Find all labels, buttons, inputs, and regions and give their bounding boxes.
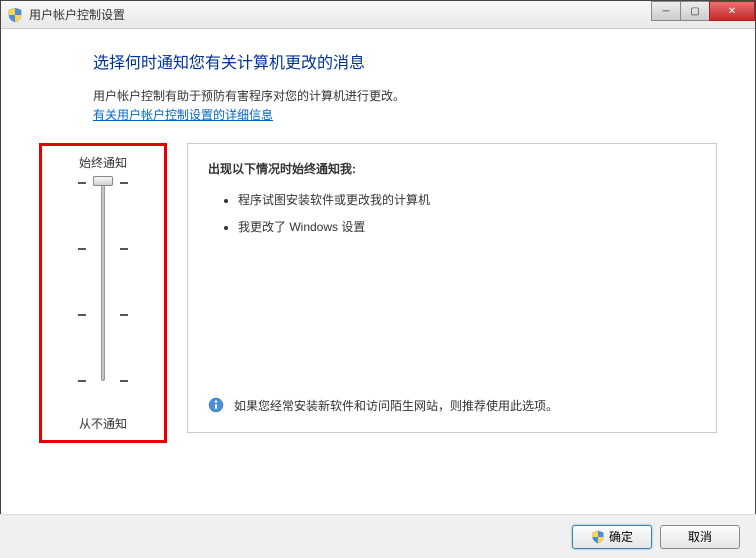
minimize-button[interactable]: ─: [651, 1, 681, 21]
content-area: 选择何时通知您有关计算机更改的消息 用户帐户控制有助于预防有害程序对您的计算机进…: [1, 29, 755, 509]
slider-tick: [78, 380, 86, 382]
footer: 确定 取消: [0, 514, 756, 558]
window-controls: ─ ▢ ✕: [652, 1, 755, 21]
slider-label-always: 始终通知: [46, 154, 160, 171]
cancel-button[interactable]: 取消: [660, 525, 740, 549]
close-button[interactable]: ✕: [709, 1, 755, 21]
page-heading: 选择何时通知您有关计算机更改的消息: [93, 49, 717, 73]
slider-tick: [120, 314, 128, 316]
panel-item: 我更改了 Windows 设置: [238, 218, 696, 235]
page-description: 用户帐户控制有助于预防有害程序对您的计算机进行更改。: [93, 87, 717, 104]
panel-item: 程序试图安装软件或更改我的计算机: [238, 191, 696, 208]
recommendation-row: 如果您经常安装新软件和访问陌生网站，则推荐使用此选项。: [208, 397, 696, 414]
titlebar: 用户帐户控制设置 ─ ▢ ✕: [1, 1, 755, 29]
notification-slider[interactable]: [101, 181, 105, 381]
help-link[interactable]: 有关用户帐户控制设置的详细信息: [93, 106, 273, 123]
uac-shield-icon: [7, 7, 23, 23]
slider-tick: [78, 248, 86, 250]
slider-thumb[interactable]: [93, 176, 113, 186]
slider-tick: [78, 314, 86, 316]
slider-tick: [120, 380, 128, 382]
slider-tick: [120, 182, 128, 184]
ok-button[interactable]: 确定: [572, 525, 652, 549]
panel-list: 程序试图安装软件或更改我的计算机 我更改了 Windows 设置: [238, 191, 696, 235]
slider-section: 始终通知 从不通知: [39, 143, 167, 443]
slider-tick: [78, 182, 86, 184]
ok-button-label: 确定: [609, 528, 633, 545]
recommendation-text: 如果您经常安装新软件和访问陌生网站，则推荐使用此选项。: [234, 397, 558, 414]
uac-shield-icon: [591, 530, 605, 544]
window-title: 用户帐户控制设置: [29, 6, 125, 23]
slider-tick: [120, 248, 128, 250]
slider-label-never: 从不通知: [42, 415, 164, 432]
info-panel: 出现以下情况时始终通知我: 程序试图安装软件或更改我的计算机 我更改了 Wind…: [187, 143, 717, 433]
maximize-button[interactable]: ▢: [680, 1, 710, 21]
panel-heading: 出现以下情况时始终通知我:: [208, 160, 696, 177]
main-area: 始终通知 从不通知 出现以下情况时始终通知我: 程序试图安装软: [39, 143, 717, 443]
info-icon: [208, 397, 224, 413]
slider-track-wrap: [46, 181, 160, 391]
cancel-button-label: 取消: [688, 528, 712, 545]
